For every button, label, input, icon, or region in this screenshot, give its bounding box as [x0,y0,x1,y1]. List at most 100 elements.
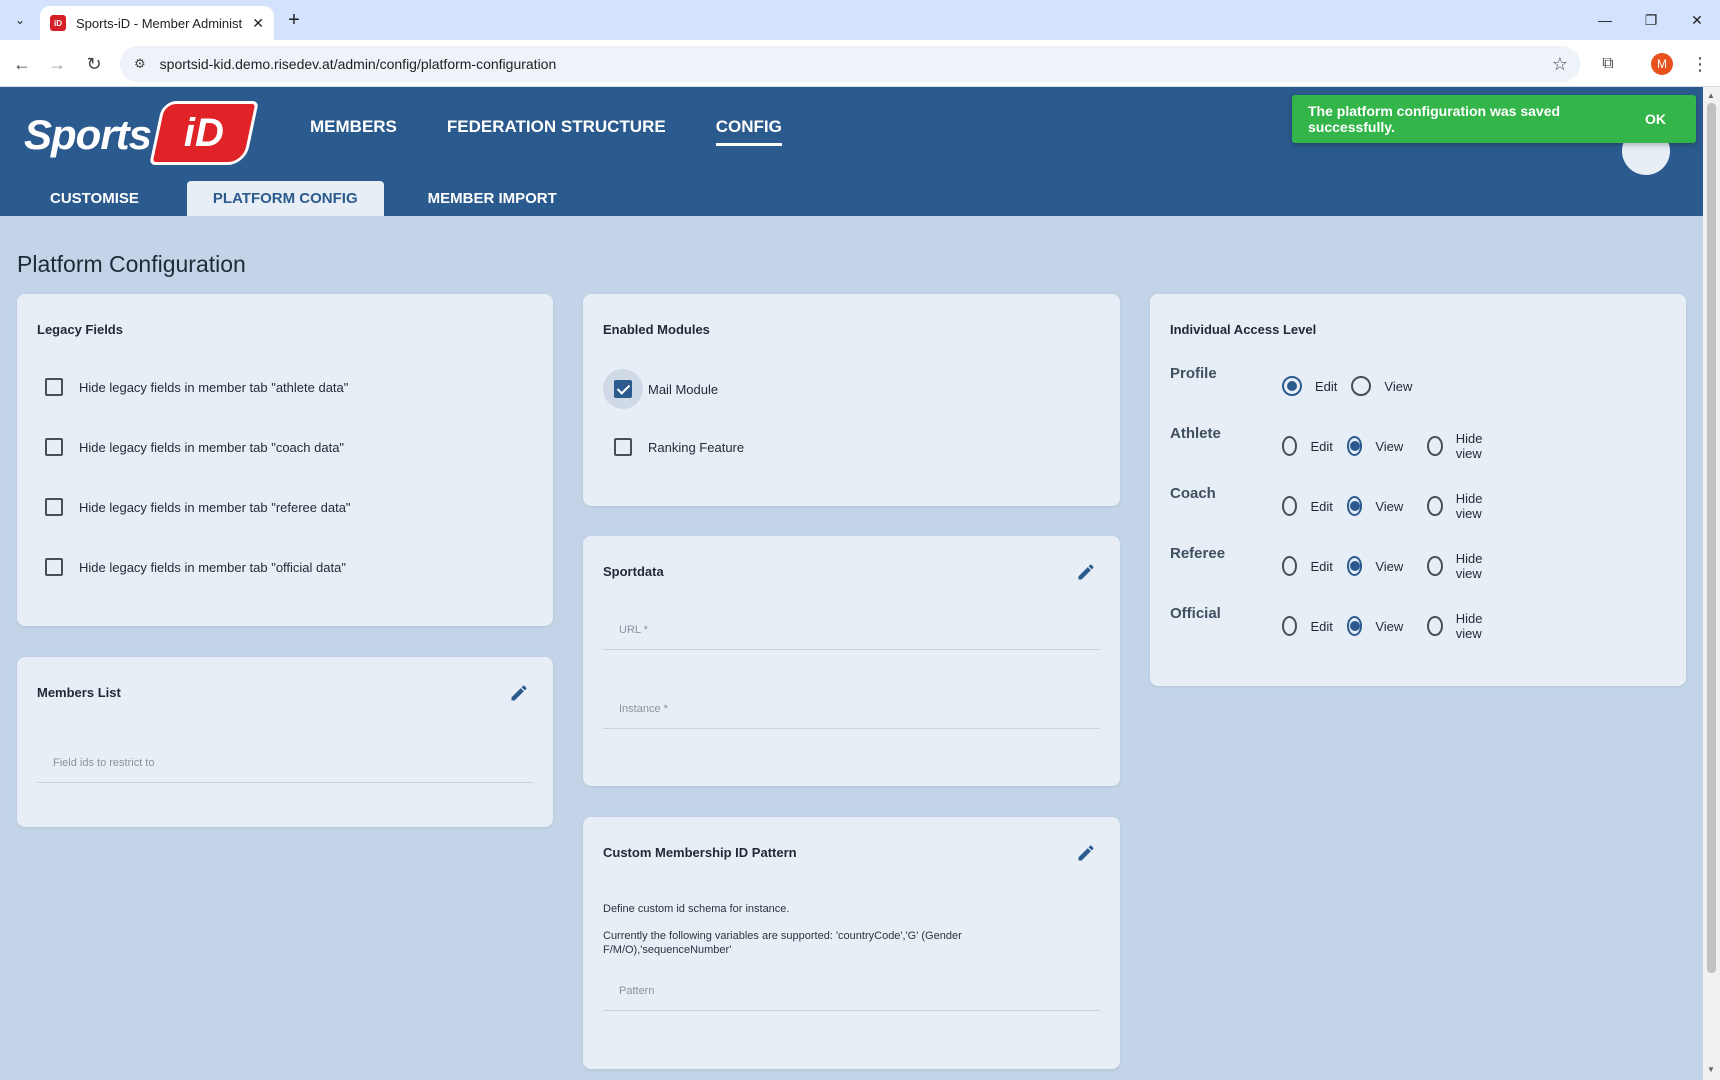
field-ids-label: Field ids to restrict to [53,757,155,769]
legacy-referee-checkbox[interactable] [45,498,63,516]
minimize-icon[interactable]: — [1582,6,1628,34]
main-nav: MEMBERS FEDERATION STRUCTURE CONFIG [310,117,832,146]
tab-platform-config[interactable]: PLATFORM CONFIG [186,181,384,216]
ranking-feature-row[interactable]: Ranking Feature [614,438,744,456]
custom-id-variables: Currently the following variables are su… [603,930,962,956]
browser-menu-icon[interactable]: ⋮ [1688,52,1712,76]
page-title: Platform Configuration [17,251,246,277]
sportdata-url-input[interactable]: URL * [603,606,1100,650]
legacy-official-label: Hide legacy fields in member tab "offici… [79,559,346,575]
window-close-icon[interactable]: ✕ [1674,6,1720,34]
official-edit-label: Edit [1310,618,1333,634]
athlete-hide-label: Hide view [1455,431,1483,461]
reload-icon[interactable]: ↻ [80,50,108,78]
access-name-referee: Referee [1170,545,1226,562]
legacy-fields-card: Legacy Fields Hide legacy fields in memb… [17,294,553,626]
access-level-title: Individual Access Level [1170,322,1317,337]
athlete-hide-radio[interactable] [1427,436,1443,456]
sub-nav: CUSTOMISE PLATFORM CONFIG MEMBER IMPORT [0,181,583,216]
extensions-puzzle-icon[interactable]: ⧉ [1596,52,1620,76]
coach-hide-radio[interactable] [1427,496,1443,516]
logo-badge: iD [149,101,259,165]
coach-edit-label: Edit [1310,498,1333,514]
forward-arrow-icon[interactable]: → [43,50,71,78]
tab-member-import[interactable]: MEMBER IMPORT [402,181,583,216]
members-list-edit-pencil-icon[interactable] [509,683,529,703]
scroll-up-arrow-icon[interactable]: ▲ [1707,91,1715,100]
legacy-official-checkbox[interactable] [45,558,63,576]
pattern-input[interactable]: Pattern [603,967,1100,1011]
profile-view-radio[interactable] [1351,376,1372,396]
nav-config[interactable]: CONFIG [715,117,782,146]
custom-id-edit-pencil-icon[interactable] [1076,843,1096,863]
official-view-label: View [1375,618,1404,634]
members-list-title: Members List [37,685,121,700]
official-hide-radio[interactable] [1427,616,1443,636]
nav-members[interactable]: MEMBERS [310,117,397,146]
official-hide-label: Hide view [1455,611,1483,641]
referee-view-radio[interactable] [1346,556,1363,576]
official-edit-radio[interactable] [1282,616,1298,636]
sportdata-card: Sportdata URL * Instance * [583,536,1120,786]
sportdata-edit-pencil-icon[interactable] [1076,562,1096,582]
enabled-modules-title: Enabled Modules [603,322,710,337]
legacy-official-row[interactable]: Hide legacy fields in member tab "offici… [45,558,346,576]
field-ids-input[interactable]: Field ids to restrict to [37,739,533,783]
profile-edit-radio[interactable] [1282,376,1302,396]
sportdata-instance-input[interactable]: Instance * [603,685,1100,729]
toast-message: The platform configuration was saved suc… [1308,103,1561,135]
legacy-coach-row[interactable]: Hide legacy fields in member tab "coach … [45,438,344,456]
athlete-radio-group: Edit View Hide view [1282,431,1510,461]
scroll-down-arrow-icon[interactable]: ▼ [1707,1065,1715,1074]
sportdata-title: Sportdata [603,564,664,579]
referee-radio-group: Edit View Hide view [1282,551,1510,581]
legacy-referee-label: Hide legacy fields in member tab "refere… [79,499,351,515]
tab-list-chevron-icon[interactable]: ⌄ [8,8,32,32]
athlete-view-radio[interactable] [1346,436,1363,456]
browser-toolbar: ← → ↻ ⚙ sportsid-kid.demo.risedev.at/adm… [0,40,1720,87]
official-view-radio[interactable] [1346,616,1363,636]
page-scrollbar[interactable]: ▲ ▼ [1703,87,1720,1080]
legacy-athlete-row[interactable]: Hide legacy fields in member tab "athlet… [45,378,348,396]
nav-federation-structure[interactable]: FEDERATION STRUCTURE [447,117,666,146]
athlete-edit-radio[interactable] [1282,436,1298,456]
members-list-card: Members List Field ids to restrict to [17,657,553,827]
toast-ok-button[interactable]: OK [1645,111,1666,127]
profile-radio-group: Edit View [1282,376,1426,396]
legacy-athlete-checkbox[interactable] [45,378,63,396]
custom-id-card: Custom Membership ID Pattern Define cust… [583,817,1120,1069]
legacy-referee-row[interactable]: Hide legacy fields in member tab "refere… [45,498,351,516]
access-name-profile: Profile [1170,365,1217,382]
new-tab-plus-icon[interactable]: + [282,8,306,32]
bookmark-star-icon[interactable]: ☆ [1552,54,1568,75]
coach-view-radio[interactable] [1346,496,1363,516]
site-settings-icon[interactable]: ⚙ [134,56,146,72]
access-name-athlete: Athlete [1170,425,1221,442]
profile-view-label: View [1384,378,1413,394]
profile-avatar[interactable]: M [1651,53,1673,75]
logo-badge-text: iD [184,110,224,155]
mail-module-checkbox[interactable] [614,380,632,398]
referee-hide-radio[interactable] [1427,556,1443,576]
back-arrow-icon[interactable]: ← [8,50,36,78]
referee-edit-radio[interactable] [1282,556,1298,576]
mail-module-row[interactable]: Mail Module [603,369,718,409]
address-bar[interactable]: ⚙ sportsid-kid.demo.risedev.at/admin/con… [120,46,1580,82]
pattern-label: Pattern [619,985,655,997]
custom-id-title: Custom Membership ID Pattern [603,845,797,860]
tab-customise[interactable]: CUSTOMISE [24,181,165,216]
legacy-coach-checkbox[interactable] [45,438,63,456]
scrollbar-thumb[interactable] [1707,103,1716,973]
access-name-official: Official [1170,605,1221,622]
logo-text: Sports [24,111,152,158]
restore-icon[interactable]: ❐ [1628,6,1674,34]
access-name-coach: Coach [1170,485,1216,502]
tab-close-icon[interactable]: ✕ [252,15,264,32]
url-text[interactable]: sportsid-kid.demo.risedev.at/admin/confi… [160,56,557,72]
browser-tab[interactable]: iD Sports-iD - Member Administra ✕ [40,6,274,40]
coach-radio-group: Edit View Hide view [1282,491,1510,521]
ranking-feature-checkbox[interactable] [614,438,632,456]
sportsid-logo[interactable]: Sports iD [24,99,259,169]
coach-edit-radio[interactable] [1282,496,1298,516]
sportdata-instance-label: Instance * [619,703,668,715]
